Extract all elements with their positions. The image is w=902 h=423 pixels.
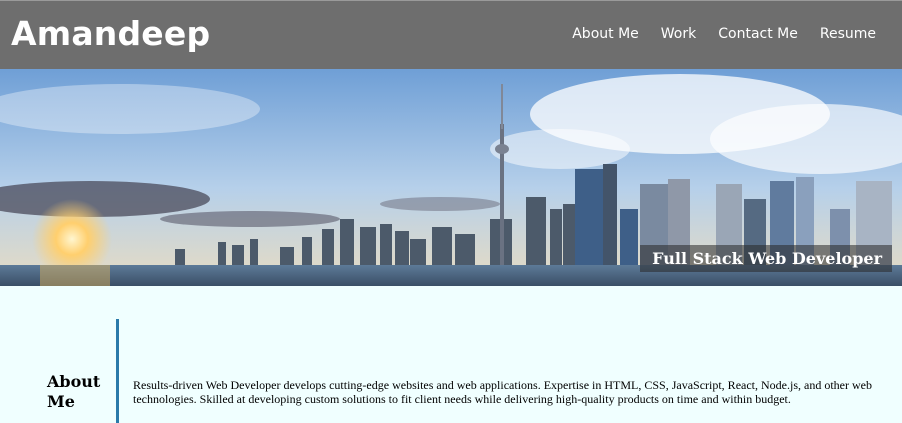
section-divider <box>116 319 119 423</box>
nav-link-resume[interactable]: Resume <box>820 26 876 42</box>
navbar: Amandeep About Me Work Contact Me Resume <box>0 0 902 69</box>
tagline-banner: Full Stack Web Developer <box>640 245 892 272</box>
nav-menu: About Me Work Contact Me Resume <box>572 26 876 42</box>
nav-link-contact-me[interactable]: Contact Me <box>718 26 798 42</box>
about-description: Results-driven Web Developer develops cu… <box>133 378 872 406</box>
hero-banner: Full Stack Web Developer <box>0 69 902 286</box>
about-heading: About Me <box>47 372 101 411</box>
nav-link-about-me[interactable]: About Me <box>572 26 639 42</box>
about-section: About Me Results-driven Web Developer de… <box>0 286 902 423</box>
nav-link-work[interactable]: Work <box>661 26 696 42</box>
hero-tagline: Full Stack Web Developer <box>652 249 882 268</box>
brand-logo[interactable]: Amandeep <box>11 14 210 53</box>
